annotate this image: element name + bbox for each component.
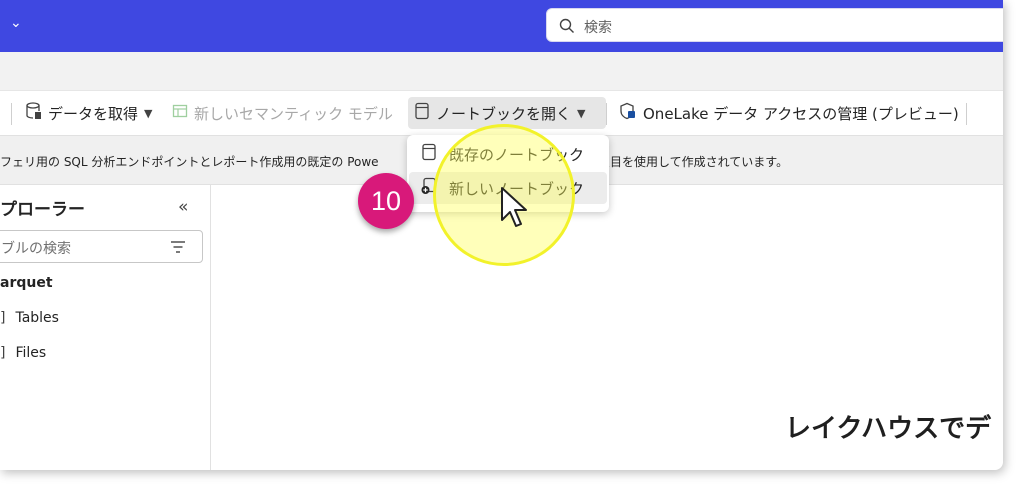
explorer-search-placeholder: ブルの検索 (1, 241, 71, 257)
filter-icon[interactable] (170, 240, 186, 254)
tree-item-label: Tables (15, 310, 59, 326)
folder-icon: ] (0, 310, 6, 326)
table-icon (172, 103, 188, 123)
shield-lock-icon (619, 102, 637, 124)
chevron-down-icon: ▼ (577, 106, 586, 120)
notebook-icon (414, 102, 430, 124)
search-box[interactable]: 検索 (546, 8, 1003, 42)
toolbar-divider (966, 103, 967, 125)
folder-icon: ] (0, 345, 6, 361)
info-text-right: 頁目を使用して作成されています。 (598, 155, 789, 169)
search-placeholder: 検索 (584, 20, 612, 36)
new-semantic-model-label: 新しいセマンティック モデル (194, 104, 393, 123)
database-icon (26, 102, 42, 124)
tree-item-label: Files (15, 345, 47, 361)
collapse-pane-icon[interactable]: « (178, 197, 188, 217)
step-number: 10 (370, 185, 402, 216)
get-data-label: データを取得 (48, 104, 139, 123)
search-icon (559, 18, 574, 33)
get-data-button[interactable]: データを取得 ▼ (26, 97, 152, 129)
new-semantic-model-button[interactable]: 新しいセマンティック モデル (172, 97, 393, 129)
toolbar-divider (606, 103, 607, 125)
step-number-badge: 10 (358, 173, 414, 229)
top-header-bar: ⌄ 検索 (0, 0, 1003, 52)
explorer-pane: プローラー « ブルの検索 arquet ] Tables ] Files (0, 185, 211, 470)
chevron-down-icon: ▼ (144, 106, 153, 120)
info-text-left: フェリ用の SQL 分析エンドポイントとレポート作成用の既定の Powe (0, 155, 379, 169)
mouse-pointer-icon (501, 187, 527, 227)
chevron-down-icon[interactable]: ⌄ (10, 15, 22, 31)
toolbar-divider (11, 103, 12, 125)
onelake-access-button[interactable]: OneLake データ アクセスの管理 (プレビュー) (619, 97, 959, 129)
tree-item-files[interactable]: ] Files (0, 345, 46, 361)
onelake-access-label: OneLake データ アクセスの管理 (プレビュー) (643, 104, 959, 123)
open-notebook-label: ノートブックを開く (436, 104, 572, 123)
app-window: ⌄ 検索 データを取得 ▼ 新しいセマンティック モデル ノートブックを開く ▼… (0, 0, 1003, 470)
explorer-title: プローラー (0, 200, 85, 220)
explorer-search-input[interactable]: ブルの検索 (0, 230, 203, 263)
tree-root-lakehouse[interactable]: arquet (0, 275, 53, 291)
main-heading: レイクハウスでデ (785, 414, 992, 444)
notebook-icon (421, 143, 437, 165)
tree-item-tables[interactable]: ] Tables (0, 310, 59, 326)
sub-navigation-bar (0, 52, 1003, 91)
